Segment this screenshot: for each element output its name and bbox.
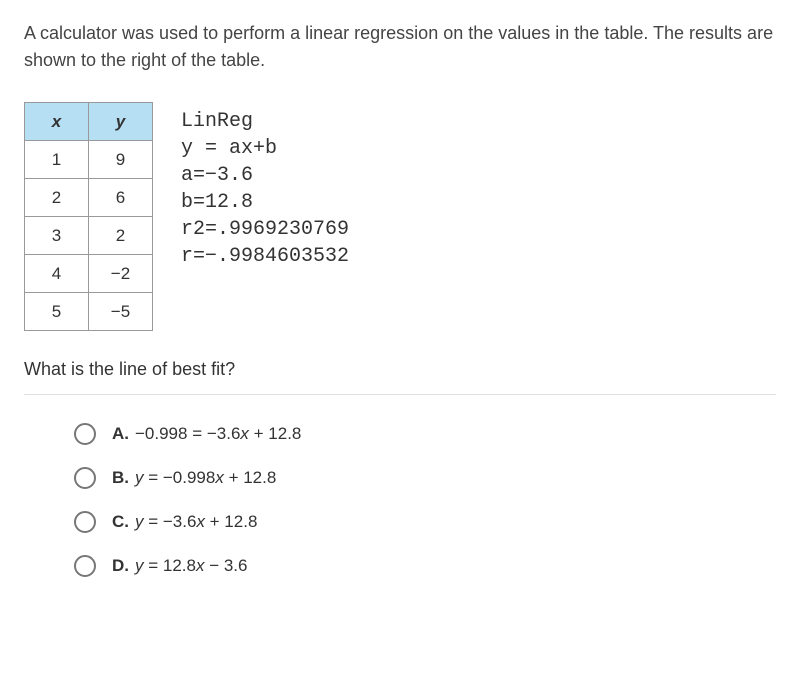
table-row: 3 2 — [25, 217, 153, 255]
cell-y: −2 — [89, 255, 153, 293]
cell-x: 1 — [25, 141, 89, 179]
linreg-line: r2=.9969230769 — [181, 216, 349, 243]
question-prompt: A calculator was used to perform a linea… — [24, 20, 776, 74]
option-text: = −3.6 — [144, 512, 197, 531]
radio-icon — [74, 511, 96, 533]
cell-x: 2 — [25, 179, 89, 217]
option-var: y — [135, 468, 144, 487]
data-row: x y 1 9 2 6 3 2 4 −2 5 −5 — [24, 102, 776, 331]
option-text: + 12.8 — [205, 512, 257, 531]
option-text: = 12.8 — [144, 556, 196, 575]
option-b[interactable]: B. y = −0.998x + 12.8 — [74, 467, 776, 489]
radio-icon — [74, 467, 96, 489]
linreg-line: a=−3.6 — [181, 162, 349, 189]
option-letter: B. — [112, 468, 129, 487]
option-text: −0.998 = −3.6 — [135, 424, 240, 443]
cell-y: 9 — [89, 141, 153, 179]
cell-y: 6 — [89, 179, 153, 217]
option-c[interactable]: C. y = −3.6x + 12.8 — [74, 511, 776, 533]
cell-x: 4 — [25, 255, 89, 293]
cell-x: 3 — [25, 217, 89, 255]
data-table: x y 1 9 2 6 3 2 4 −2 5 −5 — [24, 102, 153, 331]
cell-x: 5 — [25, 293, 89, 331]
option-a[interactable]: A. −0.998 = −3.6x + 12.8 — [74, 423, 776, 445]
linreg-output: LinReg y = ax+b a=−3.6 b=12.8 r2=.996923… — [181, 102, 349, 270]
option-a-label: A. −0.998 = −3.6x + 12.8 — [112, 424, 301, 444]
option-d-label: D.y = 12.8x − 3.6 — [112, 556, 247, 576]
option-b-label: B. y = −0.998x + 12.8 — [112, 468, 276, 488]
option-d[interactable]: D.y = 12.8x − 3.6 — [74, 555, 776, 577]
linreg-line: y = ax+b — [181, 135, 349, 162]
option-var: x — [215, 468, 224, 487]
linreg-line: LinReg — [181, 108, 349, 135]
option-var: y — [135, 512, 144, 531]
cell-y: −5 — [89, 293, 153, 331]
option-letter: C. — [112, 512, 129, 531]
col-header-x: x — [25, 103, 89, 141]
option-var: x — [240, 424, 249, 443]
cell-y: 2 — [89, 217, 153, 255]
divider — [24, 394, 776, 395]
answer-options: A.−0.998 = −3.6x + 12.8 B.y = −0.998x + … — [24, 423, 776, 577]
option-text: − 3.6 — [204, 556, 247, 575]
option-letter: A. — [112, 424, 129, 443]
option-letter: D. — [112, 556, 129, 575]
radio-icon — [74, 423, 96, 445]
option-c-label: C. y = −3.6x + 12.8 — [112, 512, 257, 532]
table-row: 1 9 — [25, 141, 153, 179]
col-header-y: y — [89, 103, 153, 141]
table-row: 4 −2 — [25, 255, 153, 293]
table-row: 2 6 — [25, 179, 153, 217]
option-var: y — [135, 556, 144, 575]
sub-question: What is the line of best fit? — [24, 359, 776, 380]
option-text: + 12.8 — [249, 424, 301, 443]
linreg-line: b=12.8 — [181, 189, 349, 216]
linreg-line: r=−.9984603532 — [181, 243, 349, 270]
radio-icon — [74, 555, 96, 577]
option-text: + 12.8 — [224, 468, 276, 487]
table-row: 5 −5 — [25, 293, 153, 331]
option-var: x — [196, 512, 205, 531]
option-text: = −0.998 — [144, 468, 216, 487]
